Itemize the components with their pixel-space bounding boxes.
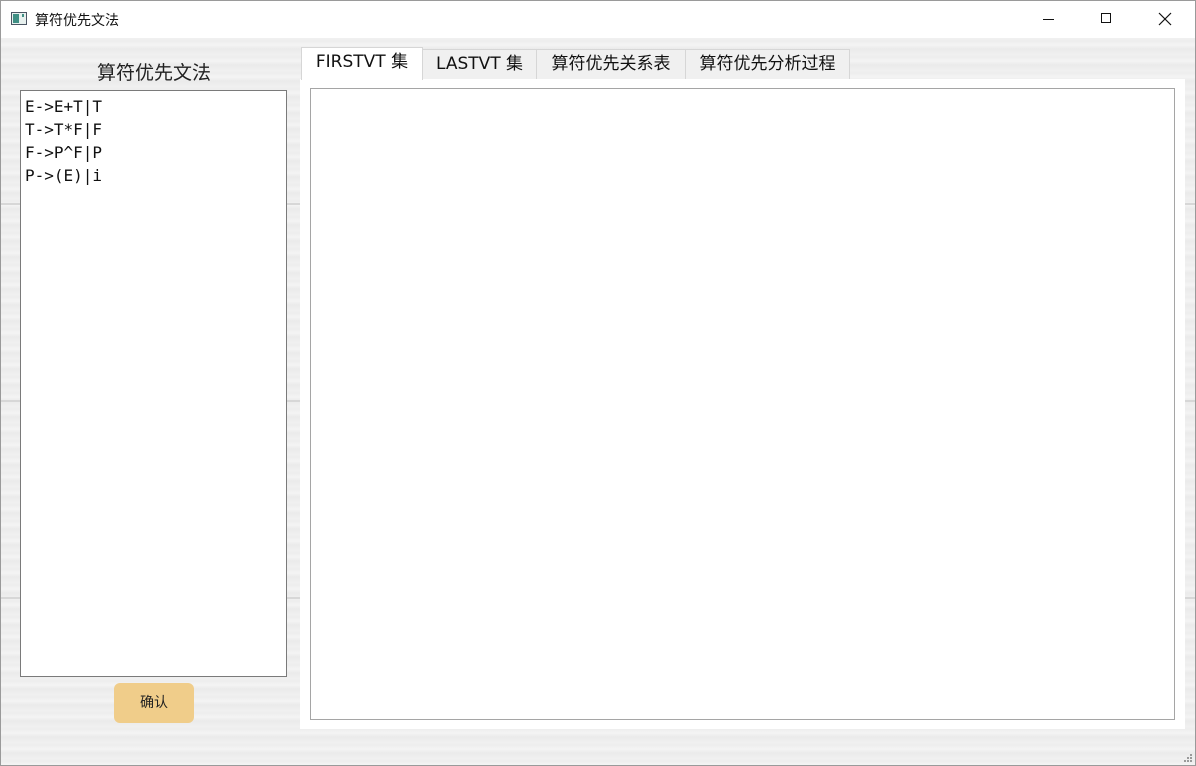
window-title: 算符优先文法 <box>35 13 119 29</box>
maximize-icon <box>1101 13 1111 23</box>
close-icon <box>1158 12 1172 26</box>
firstvt-output-area[interactable] <box>310 88 1175 720</box>
grammar-line: E->E+T|T <box>25 97 103 116</box>
grammar-line: T->T*F|F <box>25 120 103 139</box>
main-window: 算符优先文法 算符优先文法 E->E+T|T T->T*F|F F->P^F|P… <box>0 0 1196 766</box>
grammar-heading: 算符优先文法 <box>96 62 211 84</box>
title-bar[interactable]: 算符优先文法 <box>1 1 1195 38</box>
grammar-input[interactable]: E->E+T|T T->T*F|F F->P^F|P P->(E)|i <box>20 90 287 677</box>
grammar-line: F->P^F|P <box>25 143 103 162</box>
minimize-icon <box>1043 19 1054 20</box>
confirm-button[interactable]: 确认 <box>114 683 194 723</box>
resize-grip-icon[interactable] <box>1184 754 1192 762</box>
tab-precedence-table[interactable]: 算符优先关系表 <box>536 49 686 79</box>
grammar-line: P->(E)|i <box>25 166 103 185</box>
tab-panel <box>300 79 1185 729</box>
maximize-button[interactable] <box>1077 1 1135 38</box>
tab-lastvt[interactable]: LASTVT 集 <box>422 49 537 79</box>
close-button[interactable] <box>1135 1 1193 38</box>
tab-firstvt[interactable]: FIRSTVT 集 <box>301 47 423 80</box>
tab-analysis-process[interactable]: 算符优先分析过程 <box>685 49 850 79</box>
app-icon <box>11 12 27 25</box>
client-area: 算符优先文法 E->E+T|T T->T*F|F F->P^F|P P->(E)… <box>1 38 1195 765</box>
minimize-button[interactable] <box>1019 1 1077 38</box>
